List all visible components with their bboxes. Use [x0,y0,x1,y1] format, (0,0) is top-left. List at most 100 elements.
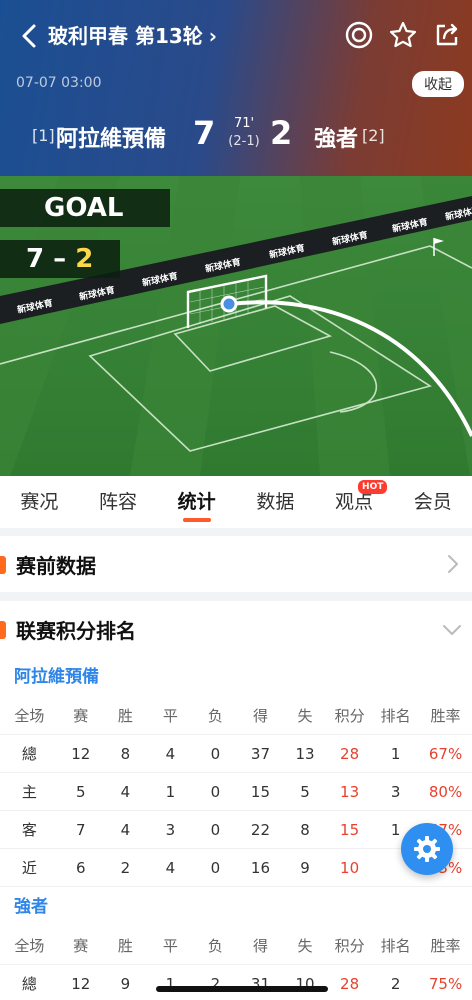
table-cell: 4 [165,744,176,763]
column-header: 积分 [334,937,365,955]
column-header: 负 [207,937,223,955]
hot-badge: HOT [358,480,388,494]
table-cell: 0 [210,858,221,877]
chevron-down-icon [443,625,461,635]
table-row: 總 12 9 1 2 31 10 28 2 75% [0,965,472,1000]
column-header: 积分 [334,707,365,725]
tab-lineup[interactable]: 阵容 [79,476,158,528]
table-cell: 12 [71,974,91,993]
table-cell: 10 [340,858,360,877]
table-cell: 37 [250,744,271,763]
tab-label: 会员 [413,491,452,513]
table-cell: 4 [120,820,131,839]
pre-match-header[interactable]: 赛前数据 [0,536,472,592]
gear-icon [414,836,440,862]
column-header: 胜率 [430,707,461,725]
table-cell: 5 [300,782,310,801]
tab-label: 观点 [335,491,374,513]
tab-member[interactable]: 会员 [393,476,472,528]
home-team-rank: [1] [32,126,55,145]
standings-header-row: 全场 赛 胜 平 负 得 失 积分 排名 胜率 [0,697,472,735]
column-header: 赛 [73,707,89,725]
table-cell: 6 [76,858,86,877]
table-cell: 13 [295,744,315,763]
home-score: 7 [193,114,216,152]
match-datetime: 07-07 03:00 [16,75,102,91]
column-header: 全场 [14,707,45,725]
target-icon[interactable] [344,20,374,50]
match-title[interactable]: 玻利甲春 第13轮 › [48,22,217,50]
pre-match-section[interactable]: 赛前数据 [0,536,472,592]
table-row: 主 5 4 1 0 15 5 13 3 80% [0,773,472,811]
away-team-name[interactable]: 強者 [314,121,358,153]
column-header: 全场 [14,937,45,955]
star-icon[interactable] [388,20,418,50]
table-cell: 2 [390,974,401,993]
section-accent-bar [0,621,6,639]
column-header: 负 [207,707,223,725]
tab-stats[interactable]: 统计 [157,476,236,528]
league-round-label: 玻利甲春 第13轮 [48,24,203,48]
match-page: 玻利甲春 第13轮 › 07-07 03:00 收起 [1] 阿拉維預備 7 7… [0,0,472,1000]
tab-label: 赛况 [20,491,59,513]
banner-away-score: 2 [75,244,94,274]
home-team-name[interactable]: 阿拉維預備 [56,121,166,153]
match-minute: 71' [233,116,255,131]
column-header: 胜 [117,937,133,955]
table-cell: 0 [210,782,221,801]
column-header: 胜率 [430,937,461,955]
table-cell: 75% [428,974,463,993]
table-cell: 4 [120,782,131,801]
goal-score-banner: 7 – 2 [0,240,120,278]
table-cell: 67% [428,744,463,763]
standings-header-row: 全场 赛 胜 平 负 得 失 积分 排名 胜率 [0,927,472,965]
goal-banner: GOAL [0,189,170,227]
tab-data[interactable]: 数据 [236,476,315,528]
table-cell: 主 [21,783,37,801]
table-cell: 總 [21,975,37,993]
table-cell: 4 [165,858,176,877]
table-cell: 28 [340,974,360,993]
column-header: 失 [297,707,313,725]
tab-opinion[interactable]: 观点 HOT [315,476,394,528]
tab-label: 阵容 [99,491,138,513]
tab-live[interactable]: 赛况 [0,476,79,528]
table-row: 總 12 8 4 0 37 13 28 1 67% [0,735,472,773]
column-header: 排名 [380,707,411,725]
chevron-right-icon [448,555,458,573]
standings-team-label[interactable]: 阿拉維預備 [0,657,472,697]
match-header: 玻利甲春 第13轮 › 07-07 03:00 收起 [1] 阿拉維預備 7 7… [0,0,472,176]
table-cell: 12 [71,744,91,763]
standings-table: 阿拉維預備 全场赛胜平负得失积分 排名 胜率總 12 8 4 0 37 13 28 1 67% 主 5 4 1 0… [0,657,472,1000]
table-cell: 9 [300,858,310,877]
section-title: 赛前数据 [16,553,96,578]
table-cell: 0 [210,744,221,763]
column-header: 赛 [73,937,89,955]
table-cell: 8 [300,820,310,839]
standings-team-label[interactable]: 強者 [0,887,472,927]
column-header: 胜 [117,707,133,725]
section-accent-bar [0,556,6,574]
table-cell: 2 [120,858,131,877]
table-cell: 15 [250,782,271,801]
standings-header[interactable]: 联赛积分排名 [0,601,472,657]
table-cell: 1 [165,782,176,801]
scoreline: [1] 阿拉維預備 7 71' (2-1) 2 強者 [2] [0,112,472,160]
table-cell: 1 [390,744,401,763]
back-arrow-icon[interactable] [16,22,44,50]
column-header: 得 [252,707,268,725]
table-cell: 總 [21,745,37,763]
table-cell: 3 [165,820,176,839]
home-indicator [156,986,328,992]
header-actions [344,20,462,50]
chevron-right-icon: › [208,24,218,48]
standings-section: 联赛积分排名 阿拉維預備 全场赛胜平负得失积分 排名 胜率總 12 8 4 0 37 13 28 1 6… [0,601,472,1000]
table-cell: 13 [340,782,360,801]
collapse-button[interactable]: 收起 [412,71,464,97]
section-title: 联赛积分排名 [16,618,136,643]
column-header: 失 [297,937,313,955]
share-icon[interactable] [432,20,462,50]
table-cell: 3 [390,782,401,801]
settings-fab[interactable] [401,823,453,875]
column-header: 得 [252,937,268,955]
